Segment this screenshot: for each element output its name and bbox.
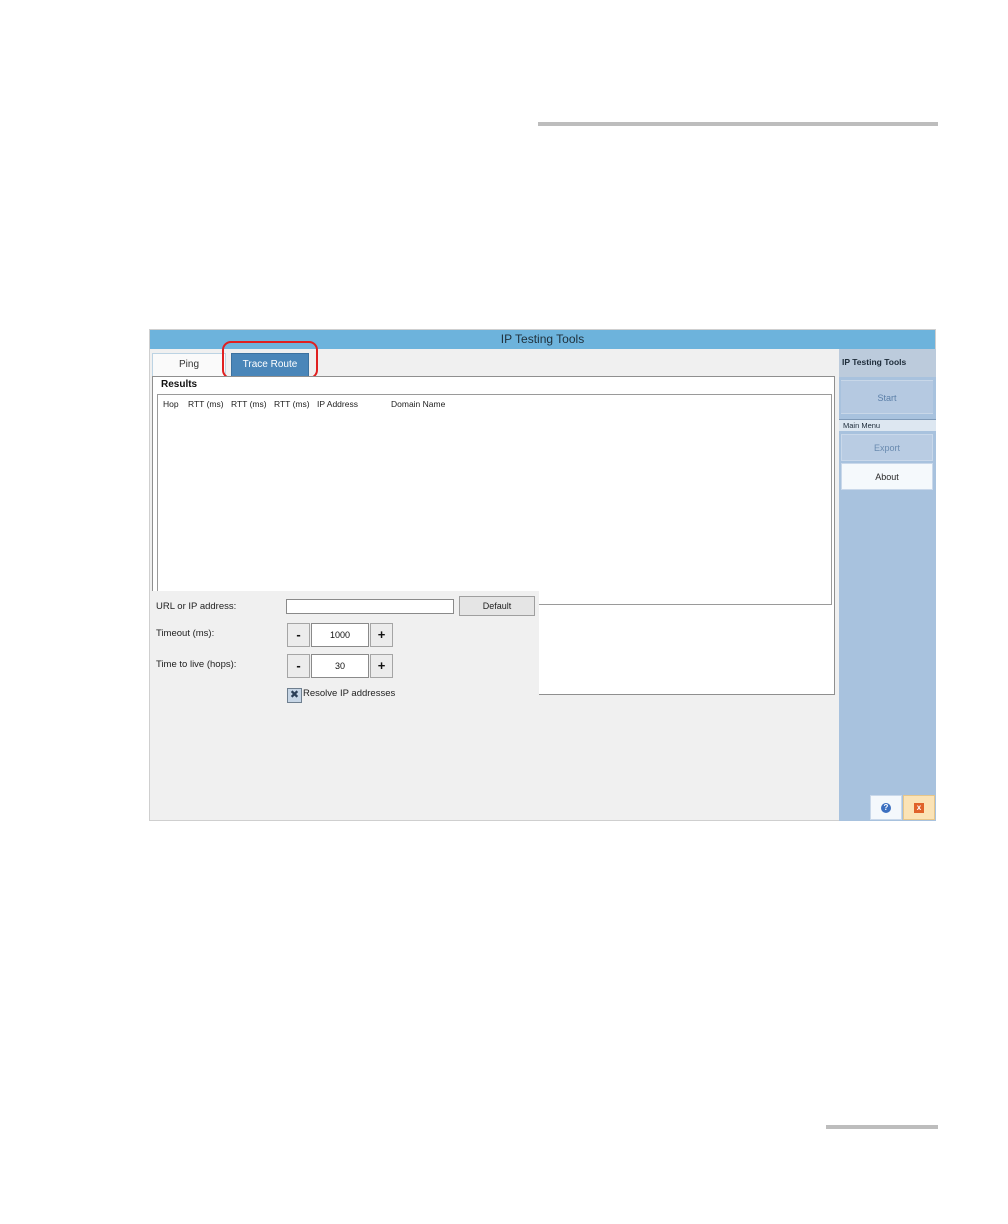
close-button[interactable]: x — [903, 795, 935, 820]
help-icon: ? — [881, 803, 891, 813]
timeout-increment-button[interactable]: + — [370, 623, 393, 647]
start-button[interactable]: Start — [841, 380, 933, 414]
sidebar-header: IP Testing Tools — [839, 349, 936, 377]
results-table[interactable]: Hop RTT (ms) RTT (ms) RTT (ms) IP Addres… — [157, 394, 832, 605]
export-button[interactable]: Export — [841, 434, 933, 461]
trace-route-highlight — [222, 341, 318, 379]
ttl-value[interactable]: 30 — [311, 654, 369, 678]
column-header-rtt-1[interactable]: RTT (ms) — [188, 399, 224, 409]
tab-ping[interactable]: Ping — [152, 353, 226, 377]
ttl-decrement-button[interactable]: - — [287, 654, 310, 678]
close-icon: x — [914, 803, 924, 813]
column-header-domain-name[interactable]: Domain Name — [391, 399, 445, 409]
timeout-decrement-button[interactable]: - — [287, 623, 310, 647]
page-header-rule — [538, 122, 938, 126]
ip-testing-tools-window: IP Testing Tools Ping Trace Route Result… — [149, 329, 936, 821]
main-panel: Ping Trace Route Results Hop RTT (ms) RT… — [150, 341, 839, 821]
default-button[interactable]: Default — [459, 596, 535, 616]
resolve-ip-checkbox[interactable]: ✖ — [287, 688, 302, 703]
about-button[interactable]: About — [841, 463, 933, 490]
sidebar: IP Testing Tools Start Main Menu Export … — [839, 349, 936, 821]
page-footer-rule — [826, 1125, 938, 1129]
timeout-value[interactable]: 1000 — [311, 623, 369, 647]
url-input[interactable] — [286, 599, 454, 614]
column-header-ip-address[interactable]: IP Address — [317, 399, 358, 409]
column-header-hop[interactable]: Hop — [163, 399, 179, 409]
ttl-increment-button[interactable]: + — [370, 654, 393, 678]
ttl-label: Time to live (hops): — [156, 659, 237, 670]
main-menu-section: Main Menu — [839, 419, 936, 431]
column-header-rtt-3[interactable]: RTT (ms) — [274, 399, 310, 409]
url-label: URL or IP address: — [156, 601, 237, 612]
timeout-label: Timeout (ms): — [156, 628, 215, 639]
settings-panel: URL or IP address: Default Timeout (ms):… — [150, 591, 539, 703]
results-title: Results — [161, 379, 198, 390]
resolve-ip-label: Resolve IP addresses — [303, 688, 396, 699]
help-button[interactable]: ? — [870, 795, 902, 820]
column-header-rtt-2[interactable]: RTT (ms) — [231, 399, 267, 409]
